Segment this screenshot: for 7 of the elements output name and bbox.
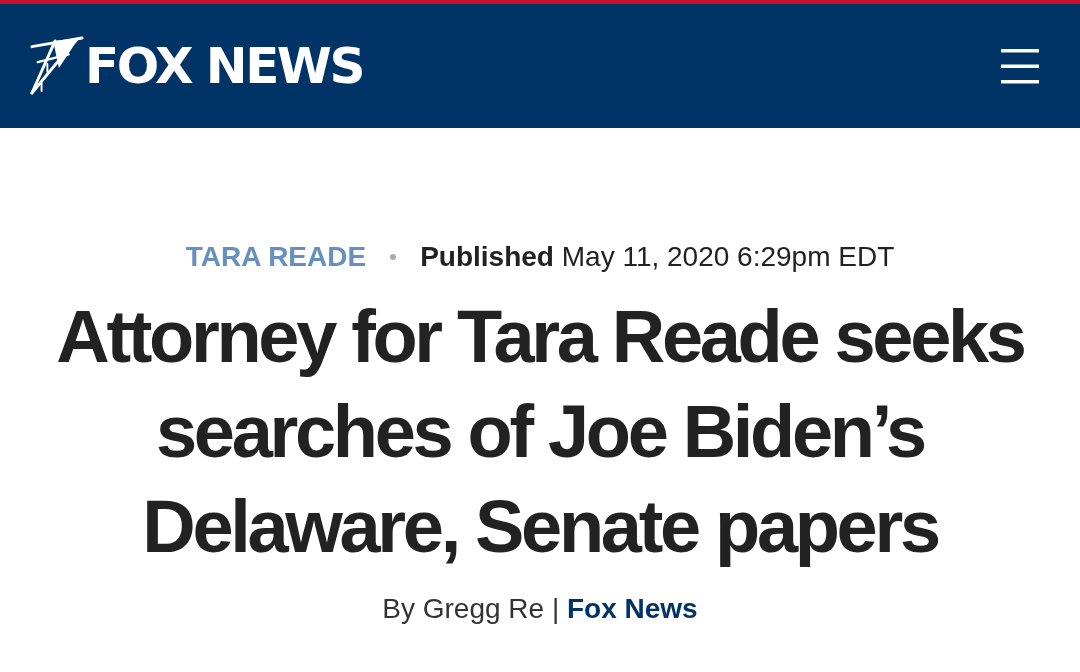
publish-date: Published May 11, 2020 6:29pm EDT (420, 240, 895, 274)
logo-text[interactable]: FOX NEWS (85, 41, 363, 91)
logo-icon (30, 34, 84, 96)
byline: By Gregg Re | Fox News (382, 592, 698, 626)
headline: Attorney for Tara Reade seeks searches of Joe Biden’s Delaware, Senate papers (55, 294, 1025, 570)
source-link[interactable]: Fox News (567, 593, 698, 624)
menu-icon[interactable] (1000, 46, 1040, 86)
